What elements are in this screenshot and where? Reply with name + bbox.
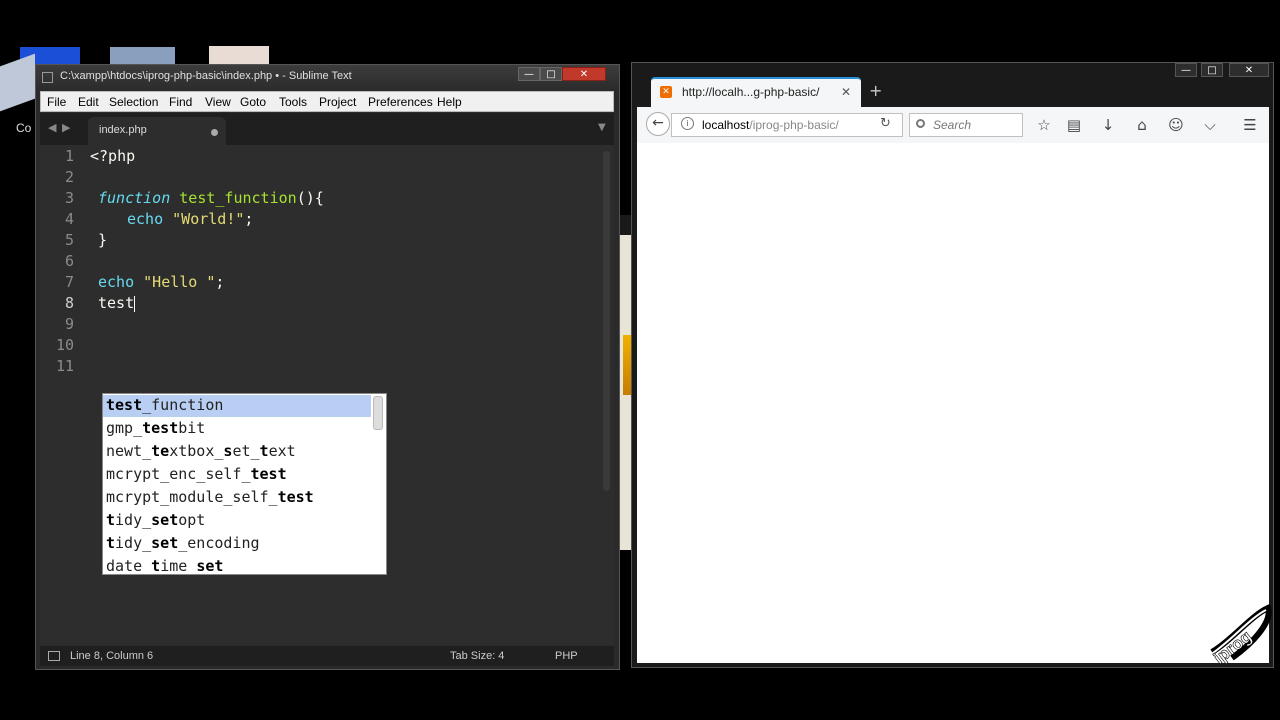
back-arrow-icon[interactable]: ←	[646, 112, 670, 136]
line-number: 11	[55, 357, 74, 375]
autocomplete-popup: test_function gmp_testbit newt_textbox_s…	[102, 393, 387, 575]
hamburger-menu-icon[interactable]: ☰	[1239, 114, 1261, 136]
firefox-tab[interactable]: ✕ http://localh...g-php-basic/ ✕	[651, 77, 861, 107]
code-line-4: echo "World!";	[127, 210, 254, 228]
unsaved-dot-icon[interactable]	[211, 129, 218, 136]
search-box[interactable]: Search	[909, 113, 1023, 137]
home-icon[interactable]: ⌂	[1131, 114, 1153, 136]
line-number-active: 8	[64, 294, 74, 312]
firefox-tab-strip: ✕ http://localh...g-php-basic/ ✕ +	[637, 75, 1269, 107]
reload-icon[interactable]: ↻	[880, 116, 891, 131]
bookmark-star-icon[interactable]: ☆	[1033, 114, 1055, 136]
firefox-nav-bar: ← i localhost/iprog-php-basic/ ↻ Search …	[637, 107, 1269, 144]
close-icon: ✕	[1244, 64, 1254, 76]
line-number: 7	[64, 273, 74, 291]
maximize-button[interactable]: □	[540, 67, 562, 81]
pocket-icon[interactable]: ⌵	[1199, 114, 1221, 136]
autocomplete-item[interactable]: tidy_set_encoding	[103, 533, 371, 555]
autocomplete-item[interactable]: newt_textbox_set_text	[103, 441, 371, 463]
menu-bar: File Edit Selection Find View Goto Tools…	[40, 91, 614, 112]
maximize-icon: □	[546, 68, 556, 80]
sublime-titlebar[interactable]: C:\xampp\htdocs\iprog-php-basic\index.ph…	[36, 65, 619, 91]
code-editor[interactable]: 1 2 3 4 5 6 7 8 9 10 11 <?php function t…	[40, 145, 614, 645]
code-line-1: <?php	[90, 147, 136, 165]
desktop-thumb-4	[209, 46, 269, 66]
minimize-icon: —	[524, 68, 534, 80]
tab-index-php[interactable]: index.php	[88, 117, 226, 145]
autocomplete-item-selected[interactable]: test_function	[103, 395, 371, 417]
close-icon: ✕	[579, 68, 589, 80]
search-icon	[916, 119, 925, 128]
sublime-window-title: C:\xampp\htdocs\iprog-php-basic\index.ph…	[60, 70, 352, 82]
menu-selection[interactable]: Selection	[109, 95, 158, 109]
url-text: localhost/iprog-php-basic/	[702, 118, 839, 132]
firefox-window: — □ ✕ ✕ http://localh...g-php-basic/ ✕ +…	[631, 62, 1274, 668]
menu-view[interactable]: View	[205, 95, 231, 109]
tab-next-icon[interactable]: ▶	[62, 121, 70, 134]
xampp-favicon-icon: ✕	[660, 86, 672, 98]
text-cursor	[134, 295, 136, 312]
new-tab-icon[interactable]: +	[869, 81, 882, 100]
line-number: 10	[55, 336, 74, 354]
menu-tools[interactable]: Tools	[279, 95, 307, 109]
cursor-position: Line 8, Column 6	[70, 650, 154, 662]
menu-preferences[interactable]: Preferences	[368, 95, 433, 109]
minimize-icon: —	[1181, 64, 1191, 76]
menu-file[interactable]: File	[47, 95, 66, 109]
minimize-button[interactable]: —	[518, 67, 540, 81]
autocomplete-item[interactable]: mcrypt_module_self_test	[103, 487, 371, 509]
menu-edit[interactable]: Edit	[78, 95, 99, 109]
line-number: 3	[64, 189, 74, 207]
line-number: 9	[64, 315, 74, 333]
desktop-thumb-2	[0, 53, 35, 112]
autocomplete-item[interactable]: tidy_setopt	[103, 510, 371, 532]
close-button[interactable]: ✕	[562, 67, 606, 81]
autocomplete-item[interactable]: gmp_testbit	[103, 418, 371, 440]
menu-project[interactable]: Project	[319, 95, 356, 109]
download-icon[interactable]: ↓	[1097, 114, 1119, 136]
line-number: 2	[64, 168, 74, 186]
sublime-text-window: C:\xampp\htdocs\iprog-php-basic\index.ph…	[35, 64, 620, 670]
autocomplete-item[interactable]: mcrypt_enc_self_test	[103, 464, 371, 486]
tab-size-indicator[interactable]: Tab Size: 4	[450, 650, 504, 662]
sublime-app-icon	[42, 72, 53, 83]
firefox-tab-label: http://localh...g-php-basic/	[682, 85, 820, 99]
autocomplete-item[interactable]: date_time_set	[103, 556, 371, 574]
maximize-icon: □	[1207, 64, 1217, 76]
reading-list-icon[interactable]: ▤	[1063, 114, 1085, 136]
sync-icon[interactable]: ☺	[1165, 114, 1187, 136]
info-icon[interactable]: i	[681, 117, 694, 130]
tab-prev-icon[interactable]: ◀	[48, 121, 56, 134]
editor-scrollbar[interactable]	[603, 151, 610, 491]
panel-toggle-icon[interactable]	[48, 651, 60, 661]
tab-dropdown-icon[interactable]: ▼	[598, 122, 606, 133]
menu-find[interactable]: Find	[169, 95, 192, 109]
code-line-5: }	[98, 231, 108, 249]
code-line-8: test	[98, 294, 136, 312]
code-line-3: function test_function(){	[98, 189, 324, 207]
menu-goto[interactable]: Goto	[240, 95, 266, 109]
line-number: 4	[64, 210, 74, 228]
status-bar: Line 8, Column 6 Tab Size: 4 PHP	[40, 646, 614, 666]
iprog-logo: iprog	[1209, 603, 1272, 666]
code-line-7: echo "Hello ";	[98, 273, 225, 291]
line-number: 6	[64, 252, 74, 270]
line-number: 5	[64, 231, 74, 249]
desktop-icon-label: Co	[16, 121, 32, 135]
menu-help[interactable]: Help	[437, 95, 462, 109]
tab-close-icon[interactable]: ✕	[841, 85, 851, 99]
url-bar[interactable]: i localhost/iprog-php-basic/ ↻	[671, 113, 903, 137]
tab-label: index.php	[99, 124, 147, 136]
syntax-indicator[interactable]: PHP	[555, 650, 578, 662]
tab-bar: ◀ ▶ index.php ▼	[40, 113, 614, 145]
line-number: 1	[64, 147, 74, 165]
search-placeholder: Search	[933, 118, 972, 132]
page-content[interactable]	[637, 143, 1269, 663]
autocomplete-scrollbar[interactable]	[373, 396, 383, 430]
